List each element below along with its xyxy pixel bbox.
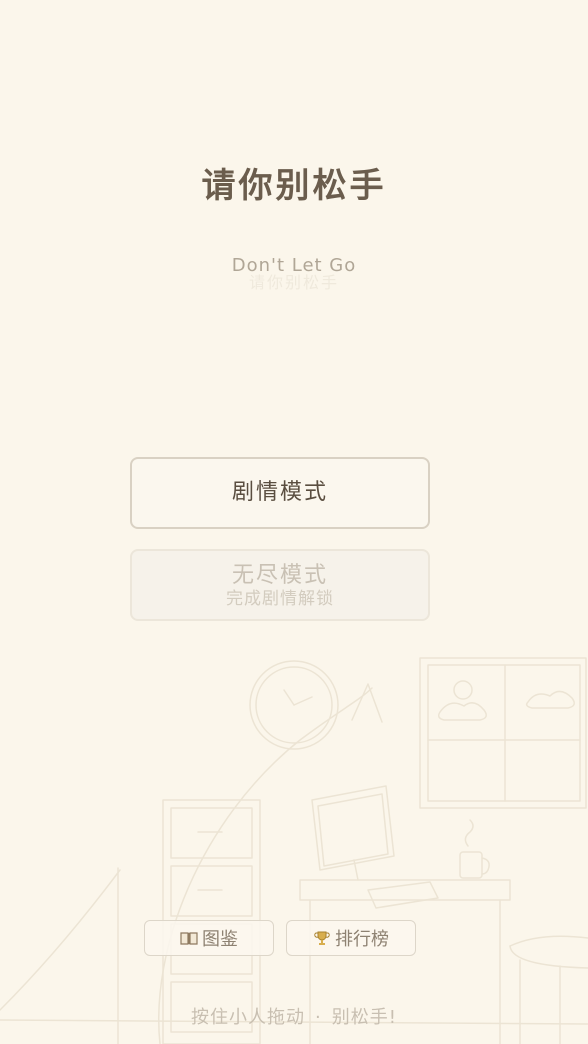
- endless-mode-label: 无尽模式: [231, 563, 328, 588]
- wall-clock-icon: [249, 660, 339, 750]
- footer-instruction: 按住小人拖动: [191, 1007, 306, 1028]
- footer-separator: ·: [315, 1007, 322, 1028]
- leaderboard-button[interactable]: 排行榜: [286, 920, 416, 956]
- window-icon: [419, 657, 587, 809]
- collection-label: 图鉴: [202, 929, 238, 950]
- leaderboard-label: 排行榜: [335, 929, 389, 950]
- collection-button[interactable]: 图鉴: [144, 920, 274, 956]
- subtitle-reflection: 请你别松手: [248, 273, 339, 292]
- mug-icon: [459, 819, 490, 879]
- start-screen: 请你别松手 Don't Let Go 请你别松手 剧情模式 无尽模式 完成剧情解…: [0, 0, 588, 1044]
- endless-mode-locked-hint: 完成剧情解锁: [226, 589, 334, 609]
- corner-mark: [0, 0, 3, 11]
- instruction-footer: 按住小人拖动 · 别松手!: [0, 1003, 588, 1029]
- game-title: 请你别松手: [201, 166, 387, 206]
- monitor-icon: [311, 785, 395, 881]
- endless-mode-button[interactable]: 无尽模式 完成剧情解锁: [130, 549, 430, 621]
- footer-warning: 别松手!: [331, 1007, 397, 1028]
- story-mode-label: 剧情模式: [231, 480, 328, 505]
- book-icon: [180, 932, 198, 945]
- story-mode-button[interactable]: 剧情模式: [130, 457, 430, 529]
- trophy-icon: [314, 931, 330, 945]
